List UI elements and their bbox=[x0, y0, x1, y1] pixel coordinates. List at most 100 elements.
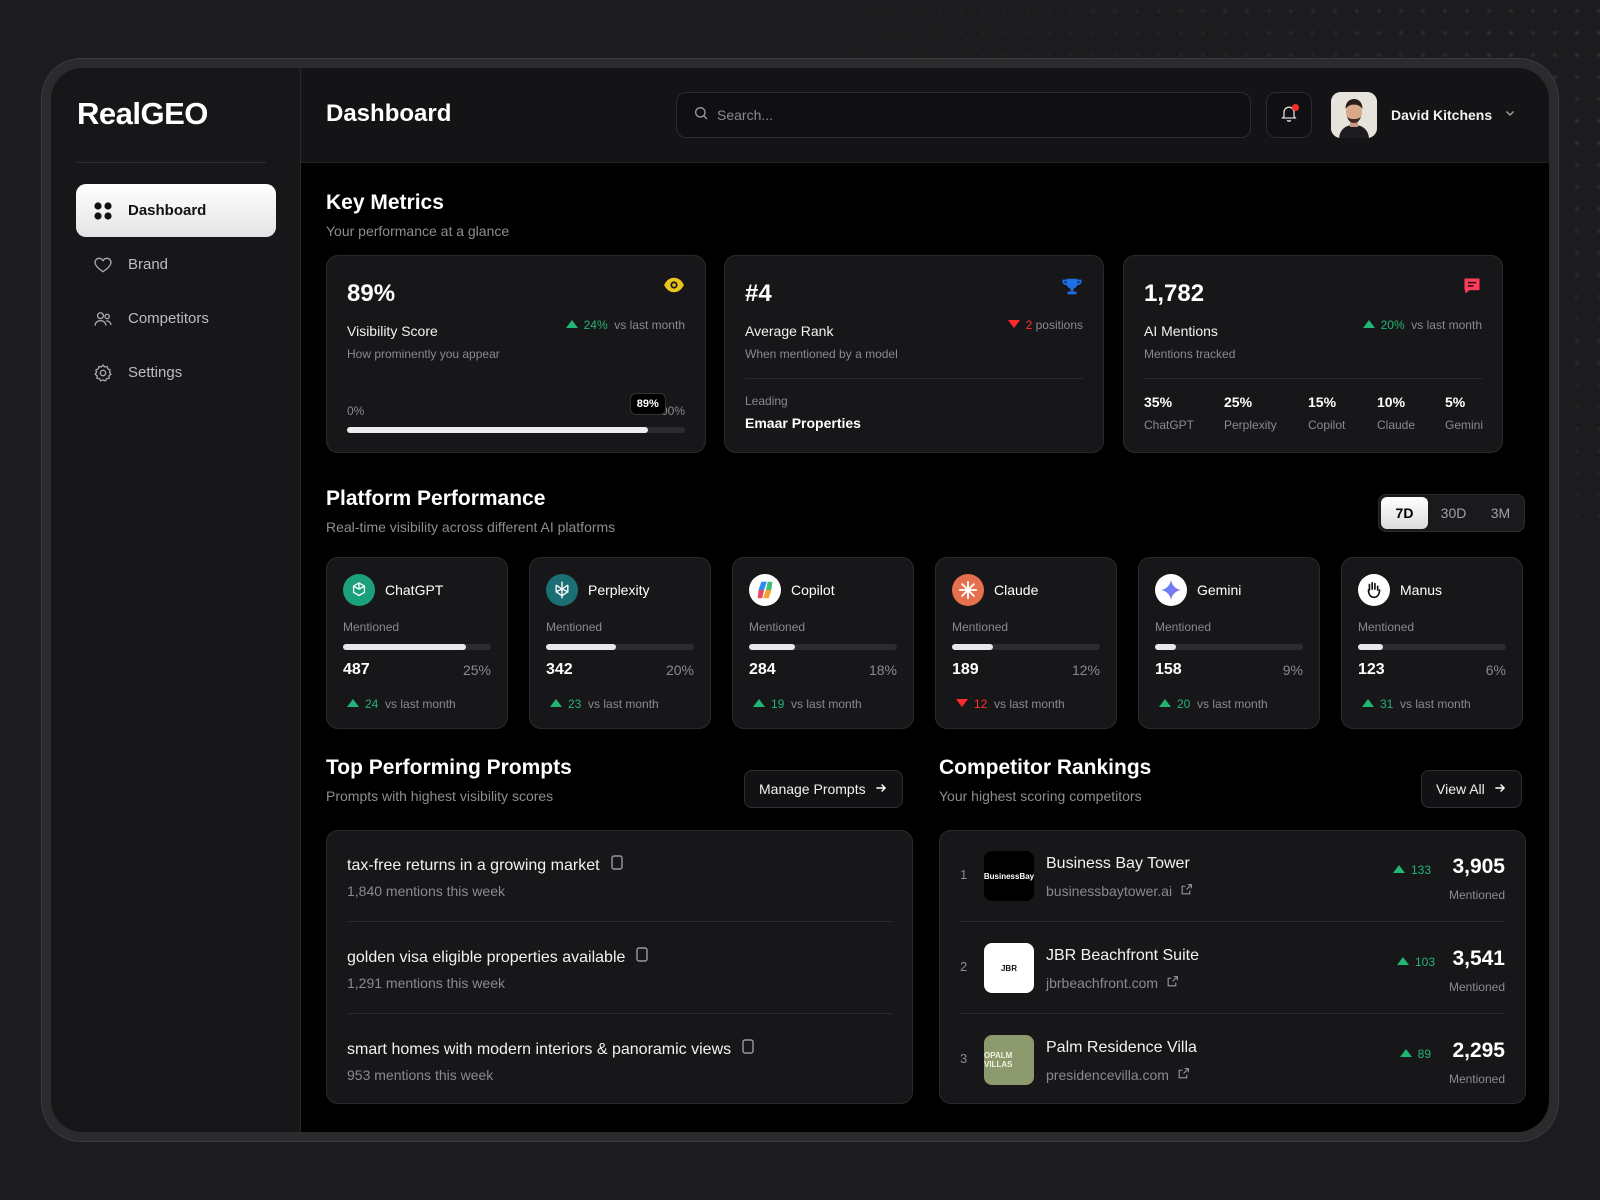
search-input[interactable] bbox=[717, 107, 1217, 123]
sidebar-item-label: Brand bbox=[128, 256, 169, 273]
external-link-icon[interactable] bbox=[1166, 975, 1179, 991]
mentions-breakdown-item: 5% Gemini bbox=[1445, 394, 1484, 432]
sidebar-nav: Dashboard Brand Competitors Settings bbox=[76, 184, 276, 400]
prompt-mentions: 953 mentions this week bbox=[347, 1067, 494, 1083]
section-title: Platform Performance bbox=[326, 487, 546, 510]
chatgpt-icon bbox=[343, 574, 375, 606]
section-title: Competitor Rankings bbox=[939, 756, 1152, 779]
mentions-breakdown-item: 15% Copilot bbox=[1308, 394, 1346, 432]
rank-change: 2 positions bbox=[1007, 318, 1083, 332]
sidebar-item-settings[interactable]: Settings bbox=[76, 346, 276, 399]
list-item[interactable]: golden visa eligible properties availabl… bbox=[347, 923, 892, 1013]
platform-card-copilot[interactable]: Copilot Mentioned 284 18% 19 vs last mon… bbox=[732, 557, 914, 729]
mention-count: 123 bbox=[1358, 661, 1385, 678]
mentions-change: 20% vs last month bbox=[1362, 318, 1482, 332]
topbar: Dashboard Search... David Kitchens bbox=[301, 68, 1549, 163]
table-row[interactable]: 3 OPALM VILLAS Palm Residence Villa pres… bbox=[960, 1015, 1505, 1105]
visibility-desc: How prominently you appear bbox=[347, 347, 500, 361]
users-icon bbox=[92, 308, 114, 330]
platform-card-gemini[interactable]: Gemini Mentioned 158 9% 20 vs last month bbox=[1138, 557, 1320, 729]
grid-icon bbox=[92, 200, 114, 222]
mentions-breakdown-item: 10% Claude bbox=[1377, 394, 1416, 432]
key-metrics-header: Key Metrics Your performance at a glance bbox=[326, 191, 509, 239]
table-row[interactable]: 1 BusinessBay Business Bay Tower busines… bbox=[960, 831, 1505, 921]
trend-up-icon bbox=[1399, 1049, 1412, 1057]
copy-icon[interactable] bbox=[610, 855, 624, 876]
leading-label: Leading bbox=[745, 394, 788, 408]
gemini-icon bbox=[1155, 574, 1187, 606]
platform-name: Gemini bbox=[1197, 582, 1242, 598]
progress-marker: 89% bbox=[629, 393, 666, 415]
list-item[interactable]: tax-free returns in a growing market 1,8… bbox=[347, 831, 892, 921]
platform-change: 31 vs last month bbox=[1362, 697, 1471, 711]
mentioned-label: Mentioned bbox=[343, 620, 400, 634]
copy-icon[interactable] bbox=[741, 1039, 755, 1060]
mention-share: 20% bbox=[665, 662, 694, 678]
visibility-score-card: 89% Visibility Score 24% vs last month H… bbox=[326, 255, 706, 453]
platform-name: ChatGPT bbox=[385, 582, 444, 598]
platform-change: 24 vs last month bbox=[347, 697, 456, 711]
external-link-icon[interactable] bbox=[1177, 1067, 1190, 1083]
search-icon bbox=[693, 105, 709, 126]
share-bar-fill bbox=[546, 644, 616, 650]
sidebar-item-label: Dashboard bbox=[128, 202, 207, 219]
platform-card-claude[interactable]: Claude Mentioned 189 12% 12 vs last mont… bbox=[935, 557, 1117, 729]
user-menu[interactable]: David Kitchens bbox=[1331, 92, 1516, 138]
copy-icon[interactable] bbox=[635, 947, 649, 968]
notifications-button[interactable] bbox=[1266, 92, 1312, 138]
copilot-icon bbox=[749, 574, 781, 606]
competitor-url[interactable]: businessbaytower.ai bbox=[1046, 883, 1172, 899]
share-bar bbox=[1358, 644, 1506, 650]
app-logo[interactable]: RealGEO bbox=[77, 96, 208, 132]
competitor-url[interactable]: jbrbeachfront.com bbox=[1046, 975, 1158, 991]
mentions-value: 1,782 bbox=[1144, 280, 1205, 307]
list-item[interactable]: smart homes with modern interiors & pano… bbox=[347, 1015, 892, 1105]
sidebar-item-brand[interactable]: Brand bbox=[76, 238, 276, 291]
platform-header: Platform Performance Real-time visibilit… bbox=[326, 487, 615, 535]
manage-prompts-button[interactable]: Manage Prompts bbox=[744, 770, 903, 808]
sidebar-divider bbox=[76, 162, 266, 163]
mention-count: 189 bbox=[952, 661, 979, 678]
avatar[interactable] bbox=[1331, 92, 1377, 138]
range-7d[interactable]: 7D bbox=[1381, 497, 1428, 529]
prompt-mentions: 1,840 mentions this week bbox=[347, 883, 505, 899]
page-title: Dashboard bbox=[326, 100, 452, 127]
range-30d[interactable]: 30D bbox=[1430, 495, 1477, 531]
arrow-right-icon bbox=[874, 781, 888, 798]
platform-card-manus[interactable]: Manus Mentioned 123 6% 31 vs last month bbox=[1341, 557, 1523, 729]
competitor-name: Business Bay Tower bbox=[1046, 855, 1190, 872]
visibility-change: 24% vs last month bbox=[565, 318, 685, 332]
platform-change: 19 vs last month bbox=[753, 697, 862, 711]
claude-icon bbox=[952, 574, 984, 606]
platform-card-perplexity[interactable]: Perplexity Mentioned 342 20% 23 vs last … bbox=[529, 557, 711, 729]
mentioned-label: Mentioned bbox=[1448, 1072, 1505, 1086]
range-selector: 7D 30D 3M bbox=[1378, 494, 1525, 532]
eye-icon bbox=[663, 276, 685, 299]
share-bar-fill bbox=[1358, 644, 1384, 650]
search-box[interactable] bbox=[676, 92, 1251, 138]
mention-share: 25% bbox=[462, 662, 491, 678]
trend-down-icon bbox=[1007, 320, 1020, 328]
sidebar-item-dashboard[interactable]: Dashboard bbox=[76, 184, 276, 237]
range-3m[interactable]: 3M bbox=[1477, 495, 1524, 531]
message-icon bbox=[1462, 276, 1482, 301]
visibility-label: Visibility Score bbox=[347, 323, 438, 339]
view-all-button[interactable]: View All bbox=[1421, 770, 1522, 808]
competitor-logo: JBR bbox=[984, 943, 1034, 993]
card-divider bbox=[745, 378, 1083, 379]
mentions-breakdown-item: 25% Perplexity bbox=[1224, 394, 1277, 432]
sidebar-item-competitors[interactable]: Competitors bbox=[76, 292, 276, 345]
platform-name: Claude bbox=[994, 582, 1039, 598]
ai-mentions-card: 1,782 AI Mentions 20% vs last month Ment… bbox=[1123, 255, 1503, 453]
prompts-header: Top Performing Prompts Prompts with high… bbox=[326, 756, 572, 804]
platform-card-chatgpt[interactable]: ChatGPT Mentioned 487 25% 24 vs last mon… bbox=[326, 557, 508, 729]
competitor-url[interactable]: presidencevilla.com bbox=[1046, 1067, 1169, 1083]
table-row[interactable]: 2 JBR JBR Beachfront Suite jbrbeachfront… bbox=[960, 923, 1505, 1013]
mentioned-label: Mentioned bbox=[1358, 620, 1415, 634]
mentioned-label: Mentioned bbox=[1448, 888, 1505, 902]
external-link-icon[interactable] bbox=[1180, 883, 1193, 899]
trend-up-icon bbox=[1362, 699, 1374, 707]
prompt-text: tax-free returns in a growing market bbox=[347, 856, 600, 874]
sidebar-item-label: Settings bbox=[128, 364, 183, 381]
platform-name: Perplexity bbox=[588, 582, 650, 598]
